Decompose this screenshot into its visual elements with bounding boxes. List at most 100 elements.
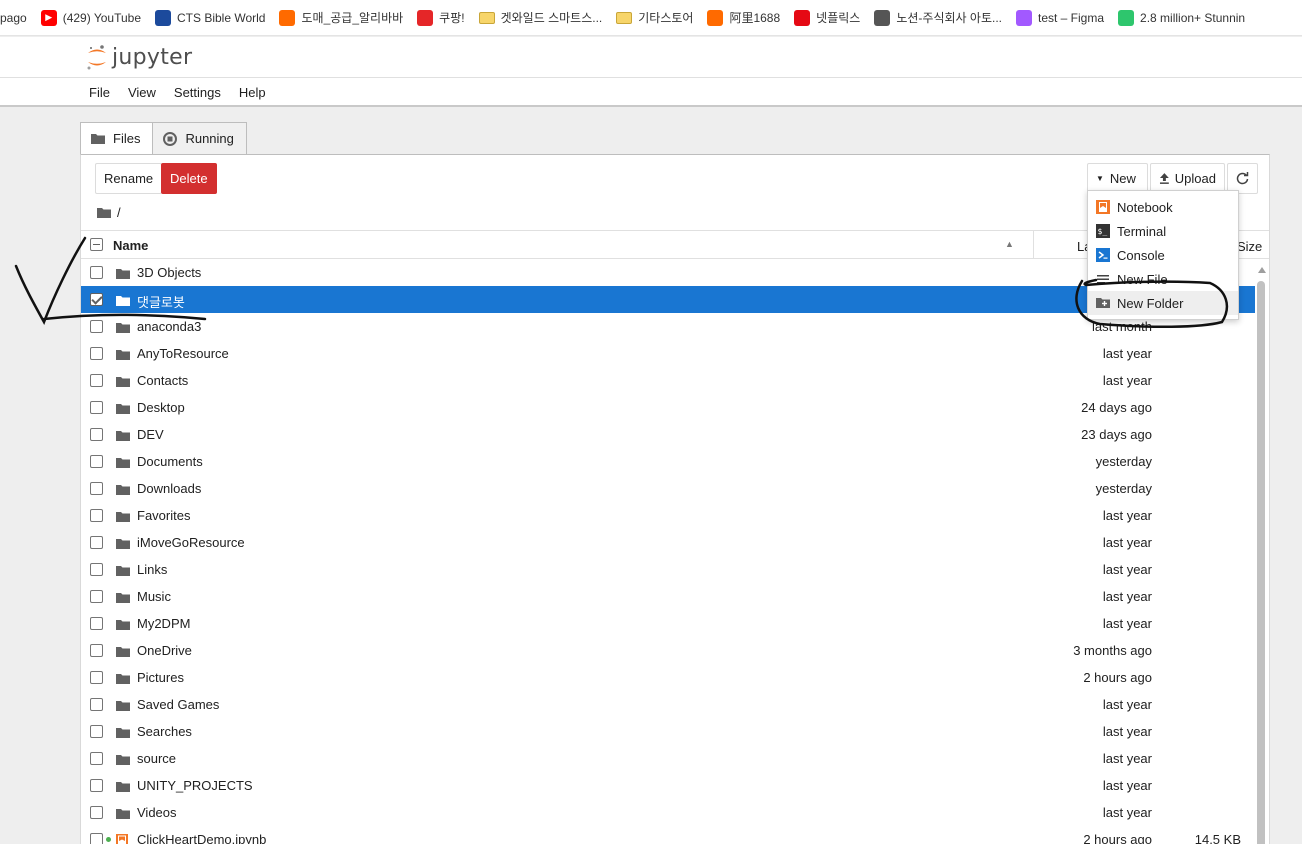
file-name[interactable]: Pictures <box>137 670 184 685</box>
header-name[interactable]: Name <box>113 238 148 253</box>
bookmark-item[interactable]: 2.8 million+ Stunnin <box>1111 0 1252 35</box>
row-checkbox[interactable] <box>90 725 103 738</box>
file-row[interactable]: Documents yesterday <box>81 448 1255 475</box>
new-file-item[interactable]: New File <box>1088 267 1238 291</box>
row-checkbox[interactable] <box>90 617 103 630</box>
row-checkbox[interactable] <box>90 374 103 387</box>
delete-button[interactable]: Delete <box>161 163 217 194</box>
tab-running[interactable]: Running <box>152 122 247 155</box>
bookmark-item[interactable]: 넷플릭스 <box>787 0 867 35</box>
bookmark-item[interactable]: 쿠팡! <box>410 0 471 35</box>
file-name[interactable]: Videos <box>137 805 177 820</box>
row-checkbox[interactable] <box>90 833 103 844</box>
new-terminal-item[interactable]: $_ Terminal <box>1088 219 1238 243</box>
file-name[interactable]: iMoveGoResource <box>137 535 245 550</box>
row-checkbox[interactable] <box>90 482 103 495</box>
scroll-thumb[interactable] <box>1257 281 1265 844</box>
row-checkbox[interactable] <box>90 347 103 360</box>
bookmark-item[interactable]: pago <box>0 0 34 35</box>
row-checkbox[interactable] <box>90 752 103 765</box>
row-checkbox[interactable] <box>90 806 103 819</box>
file-row[interactable]: iMoveGoResource last year <box>81 529 1255 556</box>
file-row[interactable]: Music last year <box>81 583 1255 610</box>
bookmark-item[interactable]: 도매_공급_알리바바 <box>272 0 410 35</box>
file-name[interactable]: Documents <box>137 454 203 469</box>
file-name[interactable]: 3D Objects <box>137 265 201 280</box>
file-row[interactable]: 3D Objects <box>81 259 1255 286</box>
breadcrumb[interactable]: / <box>97 205 121 220</box>
file-name[interactable]: Downloads <box>137 481 201 496</box>
file-name[interactable]: Desktop <box>137 400 185 415</box>
file-row[interactable]: Contacts last year <box>81 367 1255 394</box>
header-size[interactable]: Size <box>1237 239 1262 254</box>
menu-file[interactable]: File <box>80 82 119 103</box>
file-row[interactable]: OneDrive 3 months ago <box>81 637 1255 664</box>
file-row[interactable]: ClickHeartDemo.ipynb 2 hours ago 14.5 KB <box>81 826 1255 844</box>
file-name[interactable]: 댓글로봇 <box>137 292 185 311</box>
row-checkbox[interactable] <box>90 266 103 279</box>
file-row[interactable]: Downloads yesterday <box>81 475 1255 502</box>
file-row[interactable]: Searches last year <box>81 718 1255 745</box>
bookmark-item[interactable]: CTS Bible World <box>148 0 272 35</box>
file-name[interactable]: DEV <box>137 427 164 442</box>
menu-settings[interactable]: Settings <box>165 82 230 103</box>
bookmark-item[interactable]: 겟와일드 스마트스... <box>472 0 610 35</box>
file-row[interactable]: UNITY_PROJECTS last year <box>81 772 1255 799</box>
row-checkbox[interactable] <box>90 401 103 414</box>
new-notebook-item[interactable]: Notebook <box>1088 195 1238 219</box>
file-row[interactable]: 댓글로봇44 s <box>81 286 1255 313</box>
rename-button[interactable]: Rename <box>95 163 163 194</box>
row-checkbox[interactable] <box>90 563 103 576</box>
bookmark-item[interactable]: 기타스토어 <box>609 0 700 35</box>
folder-icon <box>116 483 130 498</box>
file-row[interactable]: Desktop 24 days ago <box>81 394 1255 421</box>
file-row[interactable]: source last year <box>81 745 1255 772</box>
file-name[interactable]: UNITY_PROJECTS <box>137 778 253 793</box>
file-name[interactable]: Links <box>137 562 167 577</box>
file-name[interactable]: ClickHeartDemo.ipynb <box>137 832 266 844</box>
file-row[interactable]: DEV 23 days ago <box>81 421 1255 448</box>
file-row[interactable]: Favorites last year <box>81 502 1255 529</box>
row-checkbox[interactable] <box>90 671 103 684</box>
row-checkbox[interactable] <box>90 644 103 657</box>
row-checkbox[interactable] <box>90 455 103 468</box>
bookmark-item[interactable]: test – Figma <box>1009 0 1111 35</box>
file-name[interactable]: Contacts <box>137 373 188 388</box>
file-row[interactable]: AnyToResource last year <box>81 340 1255 367</box>
scroll-up-icon[interactable] <box>1258 267 1266 273</box>
row-checkbox[interactable] <box>90 509 103 522</box>
menu-help[interactable]: Help <box>230 82 275 103</box>
file-name[interactable]: OneDrive <box>137 643 192 658</box>
file-name[interactable]: Searches <box>137 724 192 739</box>
new-folder-item[interactable]: New Folder <box>1088 291 1238 315</box>
file-row[interactable]: Links last year <box>81 556 1255 583</box>
tab-files[interactable]: Files <box>80 122 154 155</box>
bookmark-item[interactable]: 노션-주식회사 아토... <box>867 0 1009 35</box>
row-checkbox[interactable] <box>90 320 103 333</box>
row-checkbox[interactable] <box>90 536 103 549</box>
select-all-checkbox[interactable] <box>90 238 103 251</box>
file-row[interactable]: Videos last year <box>81 799 1255 826</box>
file-row[interactable]: My2DPM last year <box>81 610 1255 637</box>
file-list-scrollbar[interactable] <box>1255 259 1269 844</box>
file-name[interactable]: Saved Games <box>137 697 219 712</box>
file-name[interactable]: anaconda3 <box>137 319 201 334</box>
file-name[interactable]: AnyToResource <box>137 346 229 361</box>
file-row[interactable]: anaconda3 last month <box>81 313 1255 340</box>
file-name[interactable]: Music <box>137 589 171 604</box>
menu-view[interactable]: View <box>119 82 165 103</box>
row-checkbox[interactable] <box>90 293 103 306</box>
file-name[interactable]: Favorites <box>137 508 190 523</box>
row-checkbox[interactable] <box>90 428 103 441</box>
jupyter-logo[interactable]: jupyter <box>86 43 192 71</box>
bookmark-item[interactable]: 阿里1688 <box>700 0 787 35</box>
file-name[interactable]: source <box>137 751 176 766</box>
file-row[interactable]: Pictures 2 hours ago <box>81 664 1255 691</box>
row-checkbox[interactable] <box>90 698 103 711</box>
bookmark-item[interactable]: ▶ (429) YouTube <box>34 0 148 35</box>
row-checkbox[interactable] <box>90 590 103 603</box>
file-row[interactable]: Saved Games last year <box>81 691 1255 718</box>
row-checkbox[interactable] <box>90 779 103 792</box>
new-console-item[interactable]: Console <box>1088 243 1238 267</box>
file-name[interactable]: My2DPM <box>137 616 190 631</box>
